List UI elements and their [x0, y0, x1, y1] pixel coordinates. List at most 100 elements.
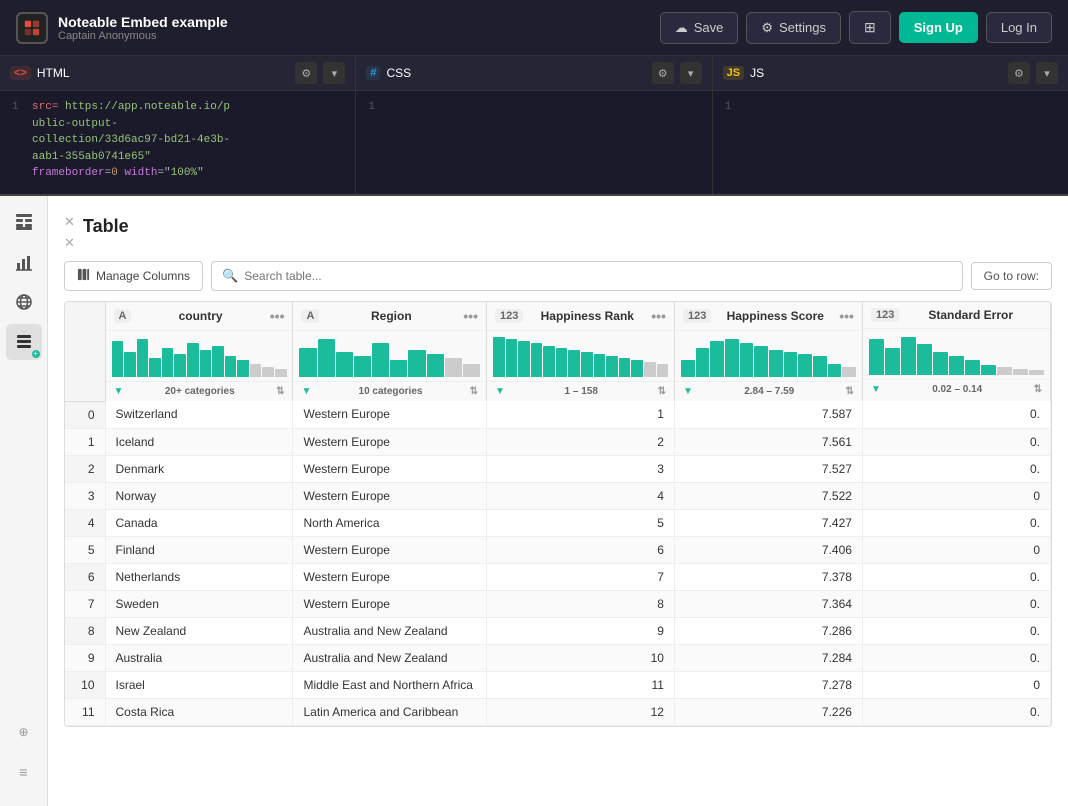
table-header-row: A country •••	[65, 302, 1051, 401]
col-menu-rank[interactable]: •••	[651, 308, 666, 324]
search-input[interactable]	[244, 269, 951, 283]
app-title: Noteable Embed example	[58, 14, 228, 30]
css-editor-content[interactable]: 1	[356, 91, 711, 194]
cell-score: 7.284	[674, 644, 862, 671]
cell-rank: 6	[486, 536, 674, 563]
filter-icon-rank[interactable]: ▼	[495, 386, 505, 397]
col-menu-score[interactable]: •••	[839, 308, 854, 324]
css-settings-btn[interactable]: ⚙	[652, 62, 674, 84]
col-menu-region[interactable]: •••	[463, 308, 478, 324]
cell-rank: 11	[486, 671, 674, 698]
col-type-score: 123	[683, 309, 711, 323]
html-expand-btn[interactable]: ▾	[323, 62, 345, 84]
goto-row-label: Go to row:	[984, 269, 1039, 283]
cell-country: Denmark	[105, 455, 293, 482]
cell-stderr: 0	[862, 482, 1050, 509]
main-area: + ⊕ ≡ ✕ ✕ Table	[0, 196, 1068, 806]
html-editor-content[interactable]: 1src= https://app.noteable.io/p ublic-ou…	[0, 91, 355, 194]
cell-stderr: 0.	[862, 563, 1050, 590]
js-settings-btn[interactable]: ⚙	[1008, 62, 1030, 84]
sidebar-item-table[interactable]	[6, 204, 42, 240]
html-settings-btn[interactable]: ⚙	[295, 62, 317, 84]
grid-button[interactable]: ⊞	[849, 11, 891, 44]
signup-button[interactable]: Sign Up	[899, 12, 978, 43]
sort-icon-stderr[interactable]: ⇅	[1034, 384, 1042, 395]
cell-rank: 12	[486, 698, 674, 725]
table-row: 7 Sweden Western Europe 8 7.364 0.	[65, 590, 1051, 617]
cell-rank: 7	[486, 563, 674, 590]
content-area: ✕ ✕ Table Manage Columns 🔍	[48, 196, 1068, 806]
table-row: 4 Canada North America 5 7.427 0.	[65, 509, 1051, 536]
css-tab-icon: #	[366, 66, 380, 80]
filter-icon-country[interactable]: ▼	[114, 386, 124, 397]
filter-icon-stderr[interactable]: ▼	[871, 384, 881, 395]
cell-score: 7.587	[674, 401, 862, 428]
cell-country: Canada	[105, 509, 293, 536]
css-expand-btn[interactable]: ▾	[680, 62, 702, 84]
app-info: Noteable Embed example Captain Anonymous	[58, 14, 228, 42]
cell-score: 7.406	[674, 536, 862, 563]
columns-icon	[77, 268, 90, 284]
cell-country: Australia	[105, 644, 293, 671]
sort-icon-score[interactable]: ⇅	[846, 386, 854, 397]
sort-icon-country[interactable]: ⇅	[276, 386, 284, 397]
cell-score: 7.527	[674, 455, 862, 482]
row-index: 4	[65, 509, 105, 536]
manage-columns-button[interactable]: Manage Columns	[64, 261, 203, 291]
filter-label-country: 20+ categories	[165, 386, 235, 397]
search-icon: 🔍	[222, 268, 238, 284]
collapse-up-icon[interactable]: ✕	[64, 214, 75, 230]
col-chart-rank	[487, 331, 674, 381]
sort-icon-rank[interactable]: ⇅	[658, 386, 666, 397]
cell-region: Western Europe	[293, 401, 487, 428]
table-row: 3 Norway Western Europe 4 7.522 0	[65, 482, 1051, 509]
col-header-happiness-rank: 123 Happiness Rank •••	[486, 302, 674, 401]
cell-region: Western Europe	[293, 563, 487, 590]
cell-stderr: 0.	[862, 698, 1050, 725]
login-button[interactable]: Log In	[986, 12, 1052, 43]
table-row: 10 Israel Middle East and Northern Afric…	[65, 671, 1051, 698]
collapse-down-icon[interactable]: ✕	[64, 235, 75, 251]
sidebar-item-globe[interactable]	[6, 284, 42, 320]
filter-label-rank: 1 – 158	[565, 386, 598, 397]
sidebar-bottom: ⊕ ≡	[6, 714, 42, 798]
col-chart-country	[106, 331, 293, 381]
filter-icon-score[interactable]: ▼	[683, 386, 693, 397]
table-row: 5 Finland Western Europe 6 7.406 0	[65, 536, 1051, 563]
cell-country: Costa Rica	[105, 698, 293, 725]
html-editor-tab: <> HTML ⚙ ▾	[0, 56, 355, 91]
row-index: 9	[65, 644, 105, 671]
cell-score: 7.427	[674, 509, 862, 536]
table-header-row: ✕ ✕ Table	[64, 212, 1052, 253]
logo-icon	[16, 12, 48, 44]
sidebar-item-data[interactable]: +	[6, 324, 42, 360]
row-index: 7	[65, 590, 105, 617]
col-name-stderr: Standard Error	[899, 308, 1042, 322]
col-chart-score	[675, 331, 862, 381]
cell-score: 7.561	[674, 428, 862, 455]
settings-button[interactable]: ⚙ Settings	[746, 12, 841, 44]
js-editor-content[interactable]: 1	[713, 91, 1068, 194]
row-index: 8	[65, 617, 105, 644]
cloud-icon: ☁	[675, 20, 688, 36]
cell-stderr: 0.	[862, 617, 1050, 644]
sidebar-collapse-icon[interactable]: ≡	[6, 754, 42, 790]
js-editor-tab: JS JS ⚙ ▾	[713, 56, 1068, 91]
js-expand-btn[interactable]: ▾	[1036, 62, 1058, 84]
cell-region: Australia and New Zealand	[293, 644, 487, 671]
cell-country: Netherlands	[105, 563, 293, 590]
sidebar-item-chart[interactable]	[6, 244, 42, 280]
row-index: 10	[65, 671, 105, 698]
col-menu-country[interactable]: •••	[270, 308, 285, 324]
topbar-left: Noteable Embed example Captain Anonymous	[16, 12, 228, 44]
row-index: 5	[65, 536, 105, 563]
topbar-right: ☁ Save ⚙ Settings ⊞ Sign Up Log In	[660, 11, 1052, 44]
col-name-country: country	[131, 309, 269, 323]
save-button[interactable]: ☁ Save	[660, 12, 739, 44]
search-box[interactable]: 🔍	[211, 261, 963, 291]
sort-icon-region[interactable]: ⇅	[470, 386, 478, 397]
filter-icon-region[interactable]: ▼	[301, 386, 311, 397]
cell-region: Western Europe	[293, 536, 487, 563]
sidebar-item-expand[interactable]: ⊕	[6, 714, 42, 750]
cell-country: Finland	[105, 536, 293, 563]
